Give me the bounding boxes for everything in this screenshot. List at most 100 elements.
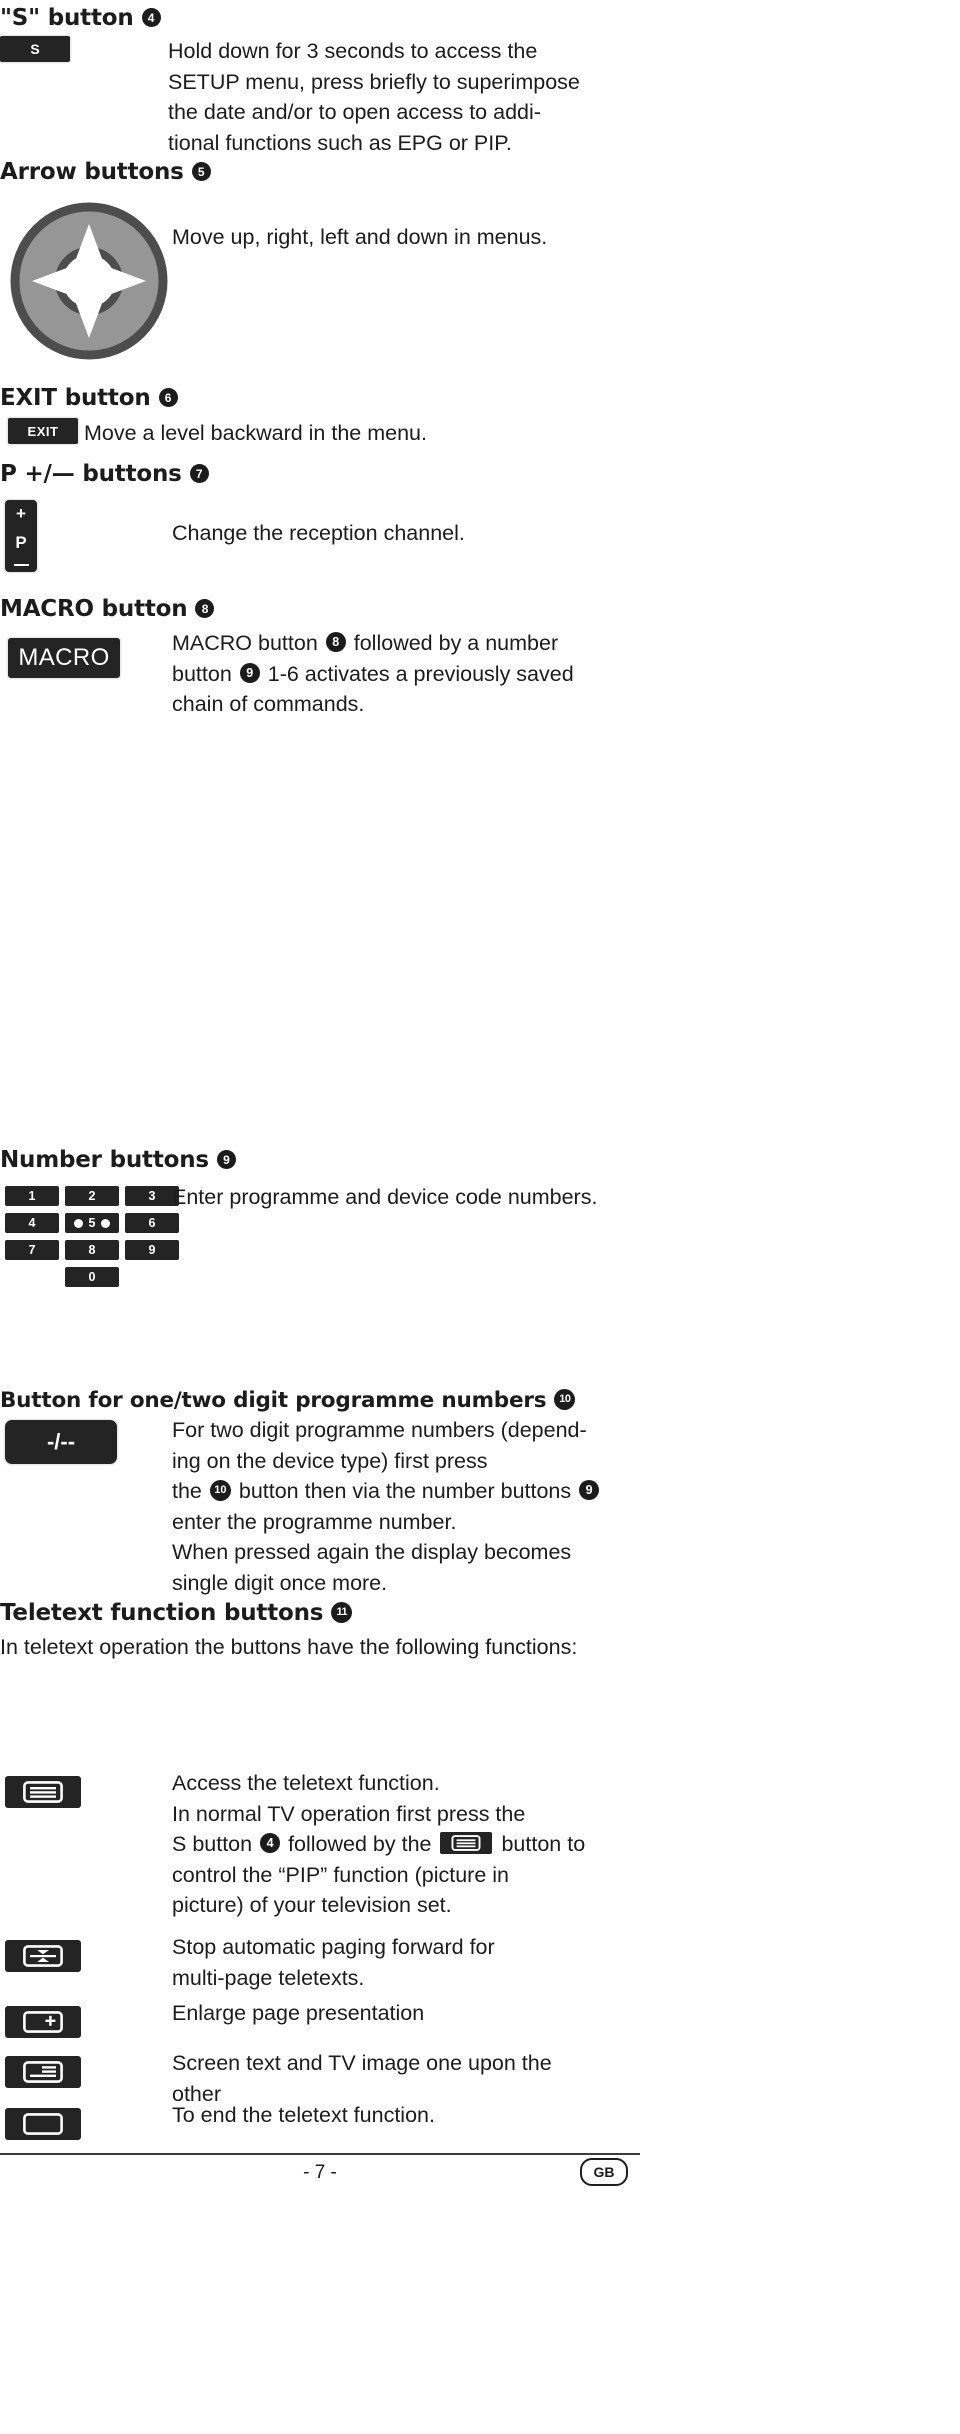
description-number-buttons: Enter programme and device code numbers. (172, 1182, 597, 1213)
remote-key-5[interactable]: 5 (65, 1213, 119, 1233)
remote-key-6[interactable]: 6 (125, 1213, 179, 1233)
remote-key-macro[interactable]: MACRO (8, 638, 120, 678)
marker-8: 8 (195, 599, 215, 619)
desc-line: SETUP menu, press briefly to superimpose (168, 69, 580, 94)
desc-line: S button 4 followed by the button to (172, 1829, 640, 1860)
key-cell-p: + P (5, 500, 37, 572)
remote-key-2[interactable]: 2 (65, 1186, 119, 1206)
remote-key-4[interactable]: 4 (5, 1213, 59, 1233)
marker-6: 6 (158, 388, 178, 408)
tactile-dot-right-icon (101, 1218, 111, 1228)
desc-line: Change the reception channel. (172, 521, 465, 545)
section-title-text: Button for one/two digit programme numbe… (0, 1388, 547, 1413)
section-title-exit-button: EXIT button 6 (0, 385, 178, 411)
desc-text: the (172, 1479, 202, 1503)
remote-key-teletext-access[interactable] (5, 1776, 81, 1808)
desc-text: followed by a number (353, 631, 559, 655)
number-keypad: 1 2 3 4 5 6 7 8 9 0 (5, 1186, 179, 1287)
section-title-arrow-buttons: Arrow buttons 5 (0, 159, 211, 185)
desc-line: ing on the device type) first press (172, 1448, 488, 1473)
marker-11: 11 (331, 1602, 353, 1624)
section-title-text: P +/— buttons (0, 461, 182, 487)
marker-10-inline: 10 (209, 1479, 231, 1501)
section-title-number-buttons: Number buttons 9 (0, 1147, 236, 1173)
marker-9: 9 (216, 1150, 236, 1170)
description-teletext-hold: Stop automatic paging forward for multi-… (172, 1932, 640, 1993)
remote-key-p-letter: P (15, 533, 27, 553)
remote-key-9[interactable]: 9 (125, 1240, 179, 1260)
desc-line: When pressed again the display becomes (172, 1540, 572, 1564)
remote-key-4-label: 4 (28, 1216, 36, 1230)
description-s-button: Hold down for 3 seconds to access the SE… (168, 36, 640, 158)
remote-key-exit[interactable]: EXIT (8, 418, 78, 444)
desc-line: control the “PIP” function (picture in (172, 1862, 509, 1887)
remote-key-8-label: 8 (88, 1243, 96, 1257)
section-title-text: Arrow buttons (0, 159, 184, 185)
teletext-mix-icon (23, 2061, 63, 2083)
desc-text: button to (501, 1832, 586, 1856)
section-title-text: EXIT button (0, 385, 151, 411)
remote-key-s-label: S (30, 41, 40, 57)
remote-key-p-minus (13, 563, 29, 566)
desc-line: MACRO button 8 followed by a number (172, 628, 640, 659)
remote-key-one-two-digit-label: -/-- (46, 1429, 76, 1454)
marker-10: 10 (554, 1389, 576, 1411)
key-cell-s: S (0, 36, 168, 62)
remote-key-teletext-mix[interactable] (5, 2056, 81, 2088)
remote-key-3[interactable]: 3 (125, 1186, 179, 1206)
desc-line: Hold down for 3 seconds to access the (168, 39, 538, 63)
marker-9-inline: 9 (239, 662, 260, 683)
description-teletext-access: Access the teletext function. In normal … (172, 1768, 640, 1921)
remote-key-5-label: 5 (88, 1216, 96, 1230)
key-cell-exit: EXIT (0, 418, 84, 444)
description-one-two-digit-button: For two digit programme numbers (depend-… (172, 1415, 640, 1598)
section-title-macro-button: MACRO button 8 (0, 596, 215, 622)
remote-key-7[interactable]: 7 (5, 1240, 59, 1260)
section-title-s-button: "S" button 4 (0, 5, 161, 31)
remote-key-0[interactable]: 0 (65, 1267, 119, 1287)
remote-key-8[interactable]: 8 (65, 1240, 119, 1260)
marker-4: 4 (141, 8, 161, 28)
section-title-text: Teletext function buttons (0, 1600, 324, 1626)
key-cell-teletext-enlarge (5, 2006, 81, 2038)
remote-key-6-label: 6 (148, 1216, 156, 1230)
desc-line: Enter programme and device code numbers. (172, 1185, 598, 1209)
remote-key-teletext-enlarge[interactable] (5, 2006, 81, 2038)
desc-text: button (172, 661, 232, 686)
remote-key-s[interactable]: S (0, 36, 70, 62)
desc-line: the 10 button then via the number button… (172, 1476, 640, 1507)
desc-line: In normal TV operation first press the (172, 1801, 526, 1826)
remote-key-1[interactable]: 1 (5, 1186, 59, 1206)
remote-key-exit-label: EXIT (27, 423, 59, 439)
remote-key-teletext-hold[interactable] (5, 1940, 81, 1972)
teletext-enlarge-icon (23, 2011, 63, 2033)
remote-key-p-plus-minus[interactable]: + P (5, 500, 37, 572)
desc-line: button 9 1-6 activates a previously save… (172, 659, 640, 690)
description-teletext-off: To end the teletext function. (172, 2100, 640, 2131)
remote-key-teletext-off[interactable] (5, 2108, 81, 2140)
description-macro-button: MACRO button 8 followed by a number butt… (172, 628, 640, 720)
arrow-wheel-icon[interactable] (10, 202, 168, 360)
remote-key-one-two-digit[interactable]: -/-- (5, 1420, 117, 1464)
section-title-text: Number buttons (0, 1147, 209, 1173)
desc-line: Move a level backward in the menu. (84, 421, 427, 445)
remote-key-1-label: 1 (28, 1189, 36, 1203)
teletext-intro: In teletext operation the buttons have t… (0, 1632, 577, 1663)
desc-text: S button (172, 1832, 253, 1856)
teletext-lines-icon-inline (440, 1832, 493, 1855)
desc-line: chain of commands. (172, 692, 365, 716)
key-cell-teletext-mix (5, 2056, 81, 2088)
desc-line: Stop automatic paging forward for (172, 1935, 495, 1959)
page-number: - 7 - (303, 2162, 337, 2183)
desc-line: tional functions such as EPG or PIP. (168, 130, 512, 155)
marker-7: 7 (189, 464, 209, 484)
key-cell-teletext-off (5, 2108, 81, 2140)
key-cell-one-two-digit: -/-- (5, 1420, 117, 1464)
desc-text: followed by the (288, 1832, 432, 1856)
key-cell-macro: MACRO (8, 638, 120, 678)
desc-line: Move up, right, left and down in menus. (172, 225, 548, 249)
marker-4-inline: 4 (260, 1833, 281, 1854)
desc-line: single digit once more. (172, 1570, 388, 1595)
description-p-buttons: Change the reception channel. (172, 518, 465, 549)
remote-key-3-label: 3 (148, 1189, 156, 1203)
